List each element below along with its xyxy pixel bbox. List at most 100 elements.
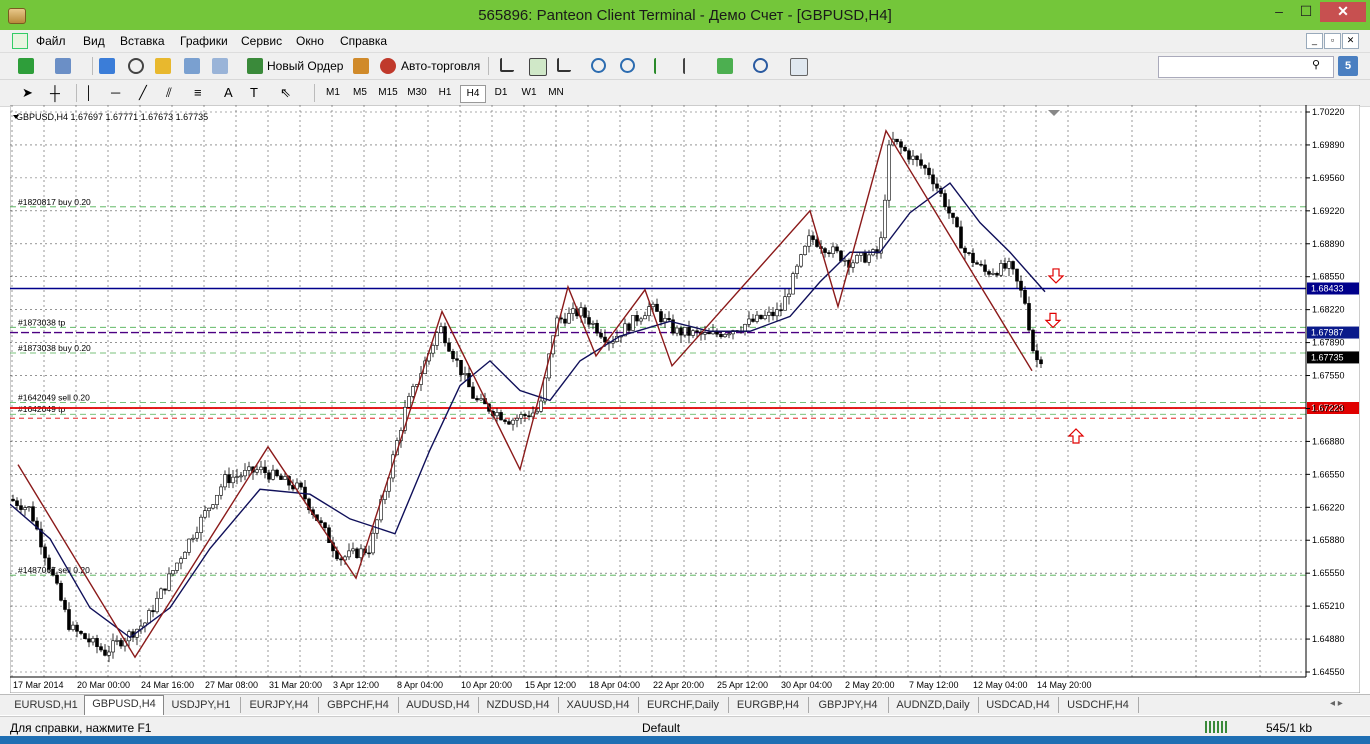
candle-bull: [147, 610, 151, 624]
strategy-tester-icon[interactable]: [212, 58, 228, 74]
text-icon[interactable]: A: [224, 85, 240, 101]
candle-bull: [195, 532, 199, 539]
metaeditor-icon[interactable]: [353, 58, 369, 74]
tab-nzdusd-h4[interactable]: NZDUSD,H4: [478, 697, 559, 713]
candle-bull: [219, 486, 223, 496]
line-chart-icon[interactable]: [557, 58, 571, 72]
tab-gbpjpy-h4[interactable]: GBPJPY,H4: [808, 697, 889, 713]
time-tick-label: 25 Apr 12:00: [717, 680, 768, 690]
candle-bear: [655, 303, 659, 312]
mdi-close-button[interactable]: ✕: [1342, 33, 1359, 49]
tab-gbpchf-h4[interactable]: GBPCHF,H4: [318, 697, 399, 713]
help-button[interactable]: 5: [1338, 56, 1358, 76]
menu-file[interactable]: Файл: [36, 34, 66, 48]
document-icon[interactable]: [12, 33, 28, 49]
tab-usdcad-h4[interactable]: USDCAD,H4: [978, 697, 1059, 713]
search-input[interactable]: [1158, 56, 1334, 78]
auto-scroll-icon[interactable]: [654, 58, 668, 74]
trendline-icon[interactable]: ╱: [139, 85, 155, 101]
candle-bear: [471, 386, 475, 399]
timeframe-m30[interactable]: M30: [405, 85, 429, 101]
timeframe-d1[interactable]: D1: [489, 85, 513, 101]
periods-icon[interactable]: [753, 58, 768, 73]
tab-audusd-h4[interactable]: AUDUSD,H4: [398, 697, 479, 713]
new-order-button[interactable]: Новый Ордер: [267, 59, 343, 73]
chart-window[interactable]: #1820817 buy 0.20 #1873038 tp #1873038 buy…: [10, 105, 1360, 693]
candle-bull: [675, 327, 679, 334]
tab-eurusd-h1[interactable]: EURUSD,H1: [8, 697, 85, 713]
candle-bear: [931, 174, 935, 185]
auto-trading-button[interactable]: Авто-торговля: [401, 59, 480, 73]
menu-view[interactable]: Вид: [83, 34, 105, 48]
tab-eurchf-daily[interactable]: EURCHF,Daily: [638, 697, 729, 713]
vertical-line-icon[interactable]: │: [85, 85, 101, 101]
timeframe-h1[interactable]: H1: [433, 85, 457, 101]
search-icon[interactable]: ⚲: [1312, 58, 1326, 72]
tab-xauusd-h4[interactable]: XAUUSD,H4: [558, 697, 639, 713]
candle-bear: [11, 498, 15, 502]
tab-eurgbp-h4[interactable]: EURGBP,H4: [728, 697, 809, 713]
timeframe-mn[interactable]: MN: [544, 85, 568, 101]
timeframe-m5[interactable]: M5: [348, 85, 372, 101]
data-window-icon[interactable]: [128, 58, 144, 74]
menu-window[interactable]: Окно: [296, 34, 324, 48]
arrows-icon[interactable]: ⇖: [280, 85, 296, 101]
zoom-out-icon[interactable]: [620, 58, 635, 73]
auto-trading-icon[interactable]: [380, 58, 396, 74]
candle-bear: [95, 638, 99, 647]
tab-usdjpy-h1[interactable]: USDJPY,H1: [162, 697, 241, 713]
menu-charts[interactable]: Графики: [180, 34, 228, 48]
minimize-button[interactable]: –: [1266, 2, 1292, 22]
mdi-minimize-button[interactable]: _: [1306, 33, 1323, 49]
close-button[interactable]: ✕: [1320, 2, 1366, 22]
maximize-button[interactable]: ☐: [1293, 2, 1319, 22]
timeframe-h4[interactable]: H4: [460, 85, 486, 103]
tab-eurjpy-h4[interactable]: EURJPY,H4: [240, 697, 319, 713]
chart-shift-icon[interactable]: [683, 58, 697, 74]
candle-bull: [647, 306, 651, 317]
candle-bear: [1015, 268, 1019, 282]
menu-tools[interactable]: Сервис: [241, 34, 282, 48]
zoom-in-icon[interactable]: [591, 58, 606, 73]
candle-bull: [431, 345, 435, 354]
candle-bear: [227, 474, 231, 484]
navigator-icon[interactable]: [155, 58, 171, 74]
tab-usdchf-h4[interactable]: USDCHF,H4: [1058, 697, 1139, 713]
candle-bear: [507, 421, 511, 425]
bar-chart-icon[interactable]: [500, 58, 514, 72]
crosshair-icon[interactable]: ┼: [50, 85, 66, 101]
menu-help[interactable]: Справка: [340, 34, 387, 48]
tab-gbpusd-h4[interactable]: GBPUSD,H4: [84, 695, 164, 715]
text-label-icon[interactable]: T: [250, 85, 266, 101]
timeframe-w1[interactable]: W1: [517, 85, 541, 101]
templates-icon[interactable]: [790, 58, 808, 76]
tab-scroll-arrows-icon[interactable]: ◂ ▸: [1330, 698, 1343, 709]
tab-audnzd-daily[interactable]: AUDNZD,Daily: [888, 697, 979, 713]
candle-bear: [467, 373, 471, 388]
price-tick-label: 1.69890: [1312, 140, 1345, 150]
candle-bull: [867, 254, 871, 263]
new-chart-icon[interactable]: [18, 58, 34, 74]
new-order-icon[interactable]: [247, 58, 263, 74]
candle-bull: [351, 548, 355, 552]
market-watch-icon[interactable]: [99, 58, 115, 74]
indicators-icon[interactable]: [717, 58, 733, 74]
timeframe-m1[interactable]: M1: [321, 85, 345, 101]
candle-bull: [851, 262, 855, 268]
candlestick-icon[interactable]: [529, 58, 547, 76]
candle-bull: [775, 309, 779, 317]
timeframe-m15[interactable]: M15: [376, 85, 400, 101]
candle-bear: [987, 271, 991, 275]
menu-insert[interactable]: Вставка: [120, 34, 165, 48]
mdi-restore-button[interactable]: ▫: [1324, 33, 1341, 49]
equidistant-channel-icon[interactable]: ⫽: [166, 85, 182, 101]
price-chart[interactable]: #1820817 buy 0.20 #1873038 tp #1873038 buy…: [10, 105, 1360, 693]
price-tick-label: 1.66880: [1312, 436, 1345, 446]
candle-bear: [751, 318, 755, 322]
cursor-icon[interactable]: ➤: [22, 85, 38, 101]
terminal-icon[interactable]: [184, 58, 200, 74]
horizontal-line-icon[interactable]: ─: [111, 85, 127, 101]
fibonacci-icon[interactable]: ≡: [194, 85, 210, 101]
candle-bull: [703, 332, 707, 335]
profiles-icon[interactable]: [55, 58, 71, 74]
